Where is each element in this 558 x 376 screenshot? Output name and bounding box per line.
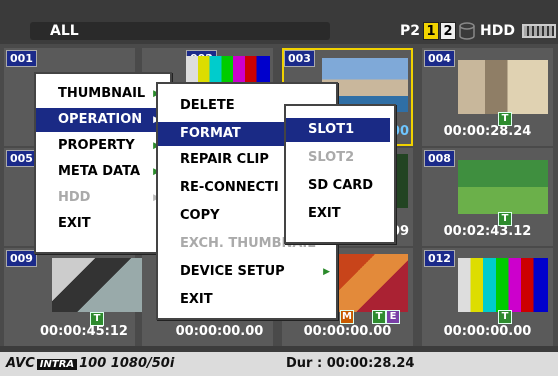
menu-item-exit[interactable]: EXIT [36,212,166,236]
clip-number: 009 [6,250,37,267]
clip-timecode: 00:00:45:12 [40,324,128,339]
menu-item-sd-card[interactable]: SD CARD [286,174,390,198]
clip-timecode: 00:00:00.00 [175,324,264,339]
clip-thumbnail[interactable]: 004 T 00:00:28.24 [422,48,553,146]
codec-prefix: AVC [6,356,35,371]
clip-filter-label[interactable]: ALL [30,22,330,40]
clip-number: 004 [424,50,455,67]
hdd-label: HDD [480,23,515,39]
thumbnail-image [458,60,548,114]
menu-item-label: SLOT2 [308,150,355,165]
thumbnail-image [458,258,548,312]
menu-item-operation[interactable]: OPERATION ▶ [36,108,166,132]
clip-number: 001 [6,50,37,67]
menu-item-label: EXIT [308,206,341,221]
menu-item-label: REPAIR CLIP [180,152,269,167]
clip-number: 012 [424,250,455,267]
e-badge: E [386,310,400,324]
menu-item-label: DEVICE SETUP [180,264,285,279]
menu-item-property[interactable]: PROPERTY ▶ [36,134,166,158]
codec-intra-badge: INTRA [36,359,78,370]
menu-item-meta-data[interactable]: META DATA ▶ [36,160,166,184]
menu-item-label: FORMAT [180,126,241,141]
menu-item-label: COPY [180,208,220,223]
menu-item-label: RE-CONNECTI [180,180,279,195]
clip-number: 008 [424,150,455,167]
hdd-icon [459,22,475,40]
bottom-status-bar: AVC INTRA 100 1080/50i Dur : 00:00:28.24 [0,352,558,376]
menu-item-device-setup[interactable]: DEVICE SETUP ▶ [158,260,332,284]
menu-item-hdd: HDD ▶ [36,186,166,210]
clip-timecode: 00:00:00.00 [303,324,392,339]
thumbnail-image [52,258,142,312]
clip-timecode: 00:02:43.12 [443,224,532,239]
menu-item-label: DELETE [180,98,235,113]
clip-thumbnail[interactable]: 008 T 00:02:43.12 [422,148,553,246]
t-badge: T [498,310,512,324]
menu-item-label: SLOT1 [308,122,355,137]
codec-info: AVC INTRA 100 1080/50i [6,356,174,371]
menu-item-exit[interactable]: EXIT [286,202,390,226]
p2-label: P2 [400,23,421,39]
clip-thumbnail[interactable]: 012 T 00:00:00.00 [422,248,553,346]
thumbnail-image [336,254,408,312]
menu-item-label: THUMBNAIL [58,86,146,101]
menu-item-thumbnail[interactable]: THUMBNAIL ▶ [36,82,166,106]
duration-label: Dur : 00:00:28.24 [286,356,415,371]
main-menu: THUMBNAIL ▶ OPERATION ▶ PROPERTY ▶ META … [34,72,172,254]
format-submenu: SLOT1 SLOT2 SD CARD EXIT [284,104,396,244]
slot2-indicator: 2 [440,22,456,40]
codec-format: 100 1080/50i [79,356,175,371]
clip-number: 003 [284,50,315,67]
clip-timecode: 00:00:28.24 [443,124,532,139]
menu-item-label: SD CARD [308,178,374,193]
menu-item-exit[interactable]: EXIT [158,288,332,312]
menu-item-label: HDD [58,190,91,205]
menu-item-label: PROPERTY [58,138,135,153]
submenu-arrow-icon: ▶ [323,267,330,277]
menu-item-slot1[interactable]: SLOT1 [286,118,390,142]
battery-icon [522,24,556,38]
menu-item-label: EXIT [58,216,91,231]
menu-item-label: META DATA [58,164,141,179]
top-status-bar: ALL P2 1 2 HDD [0,0,558,40]
thumbnail-image [458,160,548,214]
menu-item-label: OPERATION [58,112,143,127]
slot1-indicator: 1 [423,22,439,40]
t-badge: T [372,310,386,324]
menu-item-label: EXIT [180,292,213,307]
menu-item-slot2: SLOT2 [286,146,390,170]
m-badge: M [340,310,354,324]
clip-thumbnail[interactable]: 009 T 00:00:45:12 [4,248,142,346]
clip-timecode: 00:00:00.00 [443,324,532,339]
clip-number: 005 [6,150,37,167]
